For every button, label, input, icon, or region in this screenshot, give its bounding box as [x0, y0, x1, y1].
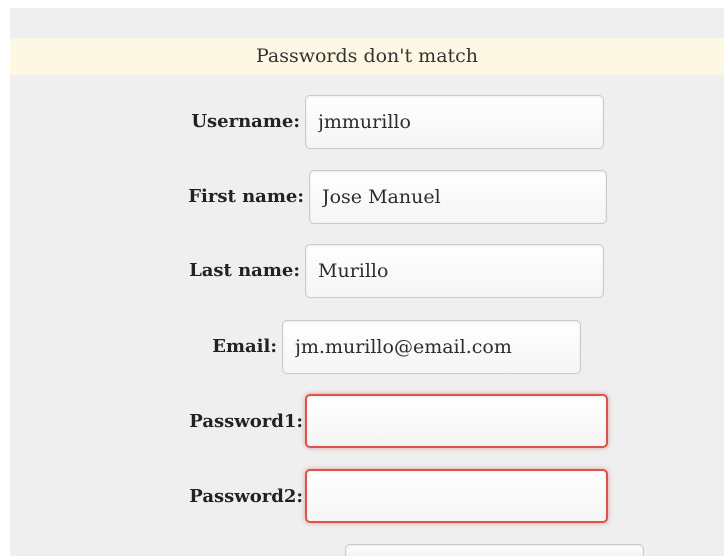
next-field-input[interactable]	[345, 544, 644, 556]
username-label: Username:	[191, 111, 300, 132]
username-input[interactable]	[305, 95, 604, 149]
password1-label: Password1:	[189, 411, 303, 432]
email-input[interactable]	[282, 320, 581, 374]
last-name-input[interactable]	[305, 244, 604, 298]
password-mismatch-alert: Passwords don't match	[10, 38, 724, 75]
password1-input[interactable]	[305, 394, 608, 448]
email-label: Email:	[212, 336, 277, 357]
first-name-input[interactable]	[309, 170, 607, 224]
password2-label: Password2:	[189, 486, 303, 507]
password2-input[interactable]	[305, 469, 608, 523]
last-name-label: Last name:	[189, 260, 300, 281]
first-name-label: First name:	[188, 186, 304, 207]
